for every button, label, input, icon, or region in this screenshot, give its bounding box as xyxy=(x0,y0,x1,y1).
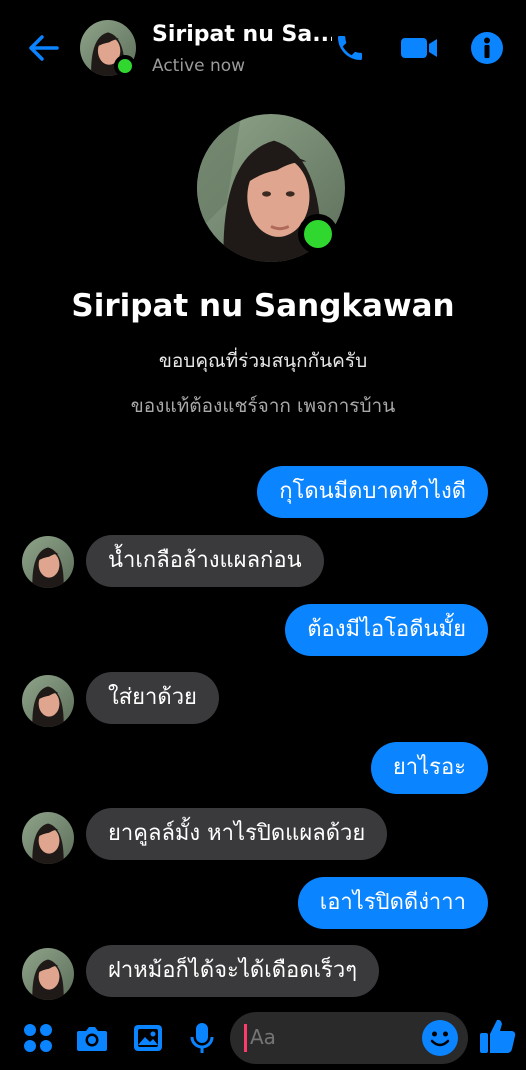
video-call-button[interactable] xyxy=(397,26,441,70)
gallery-button[interactable] xyxy=(128,1018,168,1058)
profile-caption: ขอบคุณที่ร่วมสนุกกันครับ xyxy=(158,350,368,372)
profile-online-indicator xyxy=(298,214,338,254)
message-avatar[interactable] xyxy=(22,948,74,1000)
received-message[interactable]: ยาคูลล์มั้ง หาไรปิดแผลด้วย xyxy=(86,808,388,860)
online-indicator xyxy=(114,55,136,77)
info-button[interactable] xyxy=(465,26,509,70)
received-message[interactable]: น้ำเกลือล้างแผลก่อน xyxy=(86,535,324,587)
message-avatar[interactable] xyxy=(22,536,74,588)
image-icon xyxy=(134,1025,162,1051)
menu-button[interactable] xyxy=(18,1018,58,1058)
info-icon xyxy=(471,32,503,64)
message-input[interactable] xyxy=(250,1025,400,1049)
microphone-icon xyxy=(190,1023,214,1053)
contact-name[interactable]: Siripat nu Sa... xyxy=(152,22,332,47)
camera-button[interactable] xyxy=(72,1018,112,1058)
text-cursor xyxy=(244,1024,247,1052)
profile-name: Siripat nu Sangkawan xyxy=(71,288,455,324)
message-input-box[interactable] xyxy=(230,1012,468,1064)
active-status: Active now xyxy=(152,56,246,76)
message-composer xyxy=(0,1008,526,1070)
voice-button[interactable] xyxy=(182,1018,222,1058)
profile-subcaption: ของแท้ต้องแชร์จาก เพจการบ้าน xyxy=(130,395,396,417)
smiley-icon xyxy=(430,1031,450,1047)
phone-icon xyxy=(338,36,362,60)
thumbs-up-icon xyxy=(480,1019,516,1053)
message-avatar[interactable] xyxy=(22,675,74,727)
sent-message[interactable]: ต้องมีไอโอดีนมั้ย xyxy=(285,604,488,656)
received-message[interactable]: ฝาหม้อก็ได้จะได้เดือดเร็วๆ xyxy=(86,945,380,997)
back-button[interactable] xyxy=(24,28,64,68)
message-avatar[interactable] xyxy=(22,812,74,864)
like-button[interactable] xyxy=(476,1014,520,1058)
video-camera-icon xyxy=(401,38,437,58)
sent-message[interactable]: ยาไรอะ xyxy=(370,742,488,794)
camera-icon xyxy=(77,1027,107,1051)
chat-header: Siripat nu Sa... Active now xyxy=(0,0,526,96)
four-dots-icon xyxy=(24,1024,52,1052)
emoji-button[interactable] xyxy=(422,1020,458,1056)
arrow-left-icon xyxy=(29,35,59,61)
received-message[interactable]: ใส่ยาด้วย xyxy=(86,672,219,724)
sent-message[interactable]: กุโดนมีดบาดทำไงดี xyxy=(257,466,488,518)
sent-message[interactable]: เอาไรปิดดีง่าาา xyxy=(297,877,488,929)
call-button[interactable] xyxy=(328,26,372,70)
